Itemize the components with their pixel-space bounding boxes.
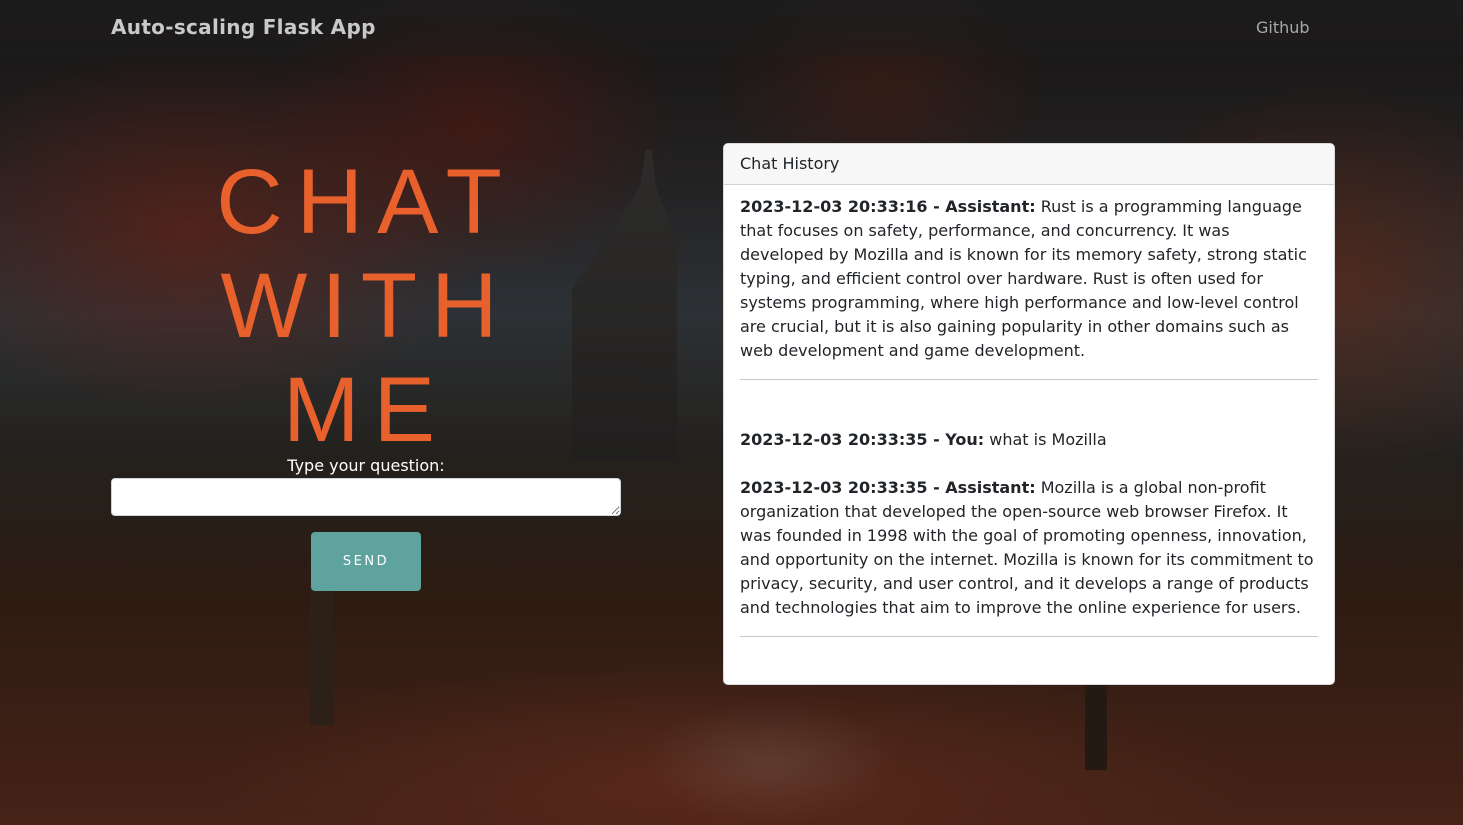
brand-link[interactable]: Auto-scaling Flask App	[111, 15, 376, 39]
hero-title-line: WITH	[220, 255, 512, 357]
github-link[interactable]: Github	[1256, 18, 1310, 37]
message-text: what is Mozilla	[984, 430, 1107, 449]
chat-message: 2023-12-03 20:33:16 - Assistant: Rust is…	[740, 195, 1318, 363]
hero-title-line: ME	[283, 359, 449, 461]
message-text: Mozilla is a global non-profit organizat…	[740, 478, 1314, 617]
message-prefix: 2023-12-03 20:33:16 - Assistant:	[740, 197, 1036, 216]
message-text: Rust is a programming language that focu…	[740, 197, 1307, 360]
chat-message: 2023-12-03 20:33:35 - Assistant: Mozilla…	[740, 476, 1318, 620]
chat-message: 2023-12-03 20:33:35 - You: what is Mozil…	[740, 428, 1318, 452]
send-button[interactable]: SEND	[311, 532, 421, 591]
chat-history-body[interactable]: 2023-12-03 20:33:16 - Assistant: Rust is…	[724, 185, 1334, 637]
hero: CHAT WITH ME	[111, 150, 621, 462]
message-divider	[740, 379, 1318, 380]
hero-title: CHAT WITH ME	[111, 150, 621, 462]
chat-history-card: Chat History 2023-12-03 20:33:16 - Assis…	[723, 143, 1335, 685]
question-label: Type your question:	[287, 456, 445, 475]
question-input[interactable]	[111, 478, 621, 516]
chat-history-header: Chat History	[724, 144, 1334, 185]
navbar: Auto-scaling Flask App Github	[0, 0, 1463, 56]
message-prefix: 2023-12-03 20:33:35 - You:	[740, 430, 985, 449]
hero-title-line: CHAT	[216, 151, 516, 253]
message-divider	[740, 636, 1318, 637]
message-prefix: 2023-12-03 20:33:35 - Assistant:	[740, 478, 1036, 497]
